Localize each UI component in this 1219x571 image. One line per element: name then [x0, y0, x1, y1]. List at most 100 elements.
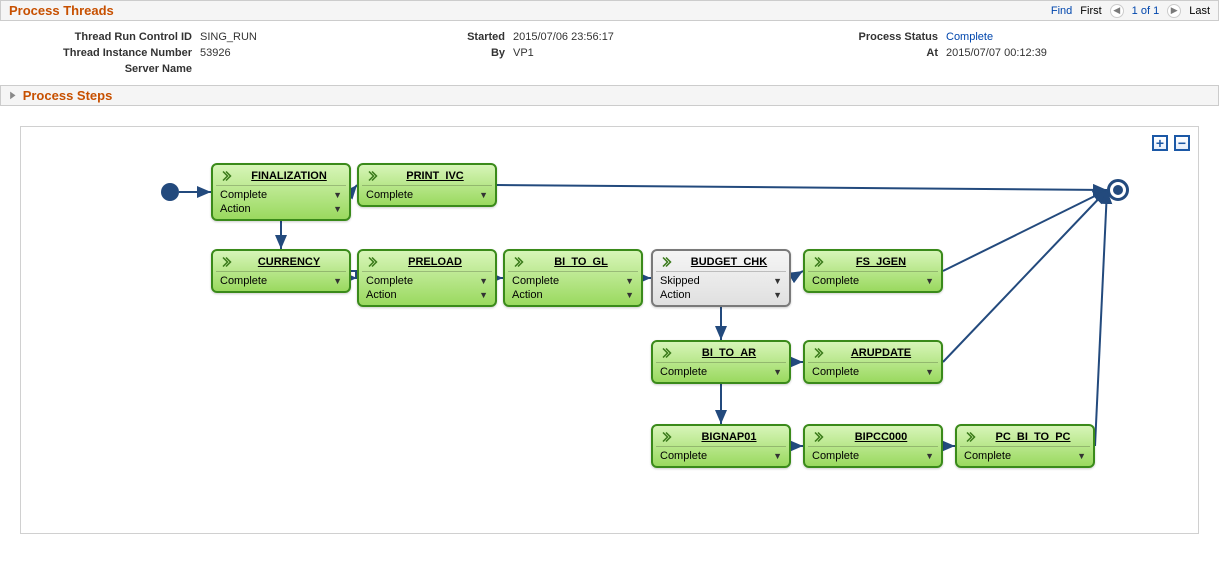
status-caret-icon[interactable]: ▼ — [925, 451, 934, 461]
status-text: Complete — [366, 275, 413, 287]
status-caret-icon[interactable]: ▼ — [773, 276, 782, 286]
action-caret-icon[interactable]: ▼ — [625, 290, 634, 300]
status-text: Complete — [812, 450, 859, 462]
process-icon — [366, 256, 378, 268]
instance-number-value: 53926 — [200, 47, 231, 59]
action-text: Action — [512, 289, 543, 301]
thread-details: Thread Run Control ID SING_RUN Thread In… — [0, 21, 1219, 85]
started-value: 2015/07/06 23:56:17 — [513, 31, 614, 43]
process-node-preload[interactable]: PRELOAD Complete ▼ Action ▼ — [357, 249, 497, 307]
process-node-bipcc000[interactable]: BIPCC000 Complete ▼ — [803, 424, 943, 468]
process-icon — [660, 347, 672, 359]
at-value: 2015/07/07 00:12:39 — [946, 47, 1047, 59]
status-caret-icon[interactable]: ▼ — [773, 451, 782, 461]
process-status-label: Process Status — [806, 31, 946, 43]
at-label: At — [806, 47, 946, 59]
process-node-arupdate[interactable]: ARUPDATE Complete ▼ — [803, 340, 943, 384]
collapse-toggle-icon[interactable]: ▶ — [10, 90, 15, 101]
process-title[interactable]: PRELOAD — [382, 256, 488, 268]
process-title[interactable]: CURRENCY — [236, 256, 342, 268]
process-node-bi_to_gl[interactable]: BI_TO_GL Complete ▼ Action ▼ — [503, 249, 643, 307]
run-control-id-value: SING_RUN — [200, 31, 257, 43]
run-control-id-label: Thread Run Control ID — [20, 31, 200, 43]
process-status-value[interactable]: Complete — [946, 31, 993, 43]
status-caret-icon[interactable]: ▼ — [479, 190, 488, 200]
last-label: Last — [1189, 5, 1210, 17]
end-node — [1107, 179, 1129, 201]
started-label: Started — [413, 31, 513, 43]
action-text: Action — [660, 289, 691, 301]
process-title[interactable]: FS_JGEN — [828, 256, 934, 268]
process-node-bignap01[interactable]: BIGNAP01 Complete ▼ — [651, 424, 791, 468]
by-value: VP1 — [513, 47, 534, 59]
status-caret-icon[interactable]: ▼ — [925, 367, 934, 377]
first-label: First — [1080, 5, 1101, 17]
nav-controls: Find First ◀ 1 of 1 ▶ Last — [1051, 4, 1210, 18]
process-title[interactable]: ARUPDATE — [828, 347, 934, 359]
process-icon — [366, 170, 378, 182]
threads-title: Process Threads — [9, 3, 114, 18]
action-caret-icon[interactable]: ▼ — [479, 290, 488, 300]
process-icon — [964, 431, 976, 443]
status-text: Complete — [812, 366, 859, 378]
status-caret-icon[interactable]: ▼ — [625, 276, 634, 286]
process-title[interactable]: BI_TO_AR — [676, 347, 782, 359]
server-name-label: Server Name — [20, 63, 200, 75]
by-label: By — [413, 47, 513, 59]
status-text: Complete — [812, 275, 859, 287]
process-icon — [812, 347, 824, 359]
status-caret-icon[interactable]: ▼ — [333, 190, 342, 200]
process-title[interactable]: BIPCC000 — [828, 431, 934, 443]
process-icon — [812, 431, 824, 443]
prev-arrow-icon[interactable]: ◀ — [1110, 4, 1124, 18]
status-text: Complete — [512, 275, 559, 287]
process-icon — [660, 431, 672, 443]
process-icon — [220, 256, 232, 268]
status-text: Complete — [366, 189, 413, 201]
process-node-fs_jgen[interactable]: FS_JGEN Complete ▼ — [803, 249, 943, 293]
status-caret-icon[interactable]: ▼ — [925, 276, 934, 286]
status-caret-icon[interactable]: ▼ — [333, 276, 342, 286]
process-icon — [512, 256, 524, 268]
instance-number-label: Thread Instance Number — [20, 47, 200, 59]
action-text: Action — [366, 289, 397, 301]
status-text: Complete — [964, 450, 1011, 462]
find-link[interactable]: Find — [1051, 5, 1072, 17]
status-caret-icon[interactable]: ▼ — [773, 367, 782, 377]
process-title[interactable]: PRINT_IVC — [382, 170, 488, 182]
process-node-budget_chk[interactable]: BUDGET_CHK Skipped ▼ Action ▼ — [651, 249, 791, 307]
status-text: Complete — [220, 189, 267, 201]
process-icon — [660, 256, 672, 268]
steps-title: Process Steps — [23, 88, 113, 103]
process-icon — [812, 256, 824, 268]
page-counter: 1 of 1 — [1132, 5, 1160, 17]
status-caret-icon[interactable]: ▼ — [1077, 451, 1086, 461]
status-caret-icon[interactable]: ▼ — [479, 276, 488, 286]
diagram-canvas: + − FINALIZATIONComplete▼Action▼PRINT_IV… — [20, 126, 1199, 534]
zoom-out-button[interactable]: − — [1174, 135, 1190, 151]
process-node-pc_bi_to_pc[interactable]: PC_BI_TO_PC Complete ▼ — [955, 424, 1095, 468]
status-text: Complete — [220, 275, 267, 287]
steps-section-header: ▶ Process Steps — [0, 85, 1219, 106]
process-title[interactable]: BUDGET_CHK — [676, 256, 782, 268]
action-text: Action — [220, 203, 251, 215]
process-icon — [220, 170, 232, 182]
process-title[interactable]: BI_TO_GL — [528, 256, 634, 268]
next-arrow-icon[interactable]: ▶ — [1167, 4, 1181, 18]
process-title[interactable]: BIGNAP01 — [676, 431, 782, 443]
status-text: Skipped — [660, 275, 700, 287]
threads-section-header: Process Threads Find First ◀ 1 of 1 ▶ La… — [0, 0, 1219, 21]
process-node-currency[interactable]: CURRENCY Complete ▼ — [211, 249, 351, 293]
status-text: Complete — [660, 450, 707, 462]
process-node-print_ivc[interactable]: PRINT_IVC Complete ▼ — [357, 163, 497, 207]
process-node-bi_to_ar[interactable]: BI_TO_AR Complete ▼ — [651, 340, 791, 384]
process-node-finalization[interactable]: FINALIZATION Complete ▼ Action ▼ — [211, 163, 351, 221]
process-title[interactable]: PC_BI_TO_PC — [980, 431, 1086, 443]
zoom-in-button[interactable]: + — [1152, 135, 1168, 151]
start-node — [161, 183, 179, 201]
action-caret-icon[interactable]: ▼ — [333, 204, 342, 214]
zoom-controls: + − — [1152, 135, 1190, 151]
status-text: Complete — [660, 366, 707, 378]
action-caret-icon[interactable]: ▼ — [773, 290, 782, 300]
process-title[interactable]: FINALIZATION — [236, 170, 342, 182]
